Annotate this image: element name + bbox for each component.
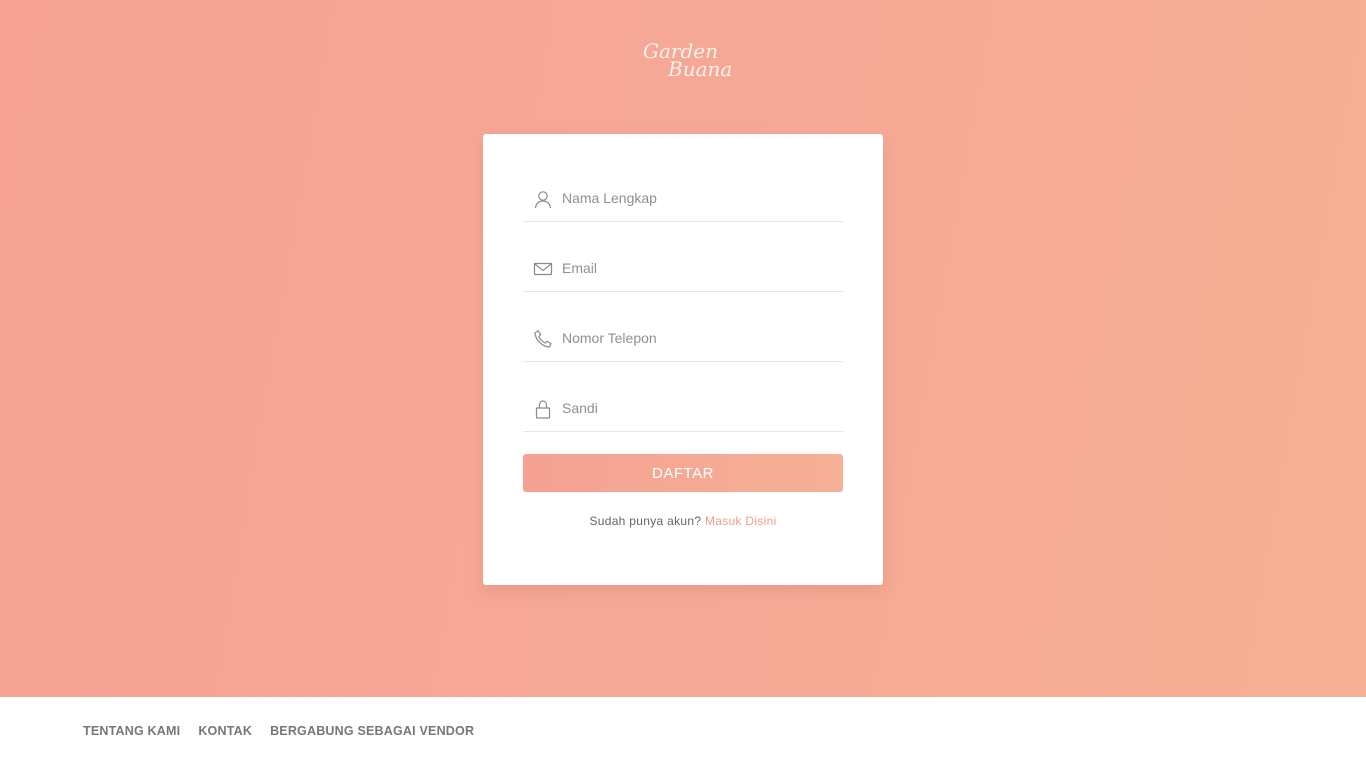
signin-prompt-text: Sudah punya akun? [589,514,702,528]
password-input[interactable] [562,397,832,419]
footer-link-contact[interactable]: KONTAK [198,724,252,738]
footer-link-about[interactable]: TENTANG KAMI [83,724,180,738]
register-button[interactable]: DAFTAR [523,454,843,492]
email-input[interactable] [562,257,832,279]
footer-link-join-vendor[interactable]: BERGABUNG SEBAGAI VENDOR [270,724,474,738]
logo-line-2: Buana [668,57,733,81]
garden-buana-logo[interactable]: Garden Buana [638,38,733,84]
full-name-input[interactable] [562,187,832,209]
user-icon [533,189,553,209]
envelope-icon [533,259,553,279]
signin-link[interactable]: Masuk Disini [705,514,777,528]
signin-prompt: Sudah punya akun? Masuk Disini [483,514,883,528]
register-card: DAFTAR Sudah punya akun? Masuk Disini [483,134,883,585]
phone-icon [533,329,553,349]
footer: TENTANG KAMI KONTAK BERGABUNG SEBAGAI VE… [0,697,1366,761]
phone-field [523,317,843,362]
footer-nav: TENTANG KAMI KONTAK BERGABUNG SEBAGAI VE… [83,724,474,738]
email-field [523,247,843,292]
hero-background: Garden Buana Nama Lengkap Email Nomor Te… [0,0,1366,697]
full-name-field [523,177,843,222]
password-field [523,387,843,432]
lock-icon [533,399,553,419]
phone-input[interactable] [562,327,832,349]
